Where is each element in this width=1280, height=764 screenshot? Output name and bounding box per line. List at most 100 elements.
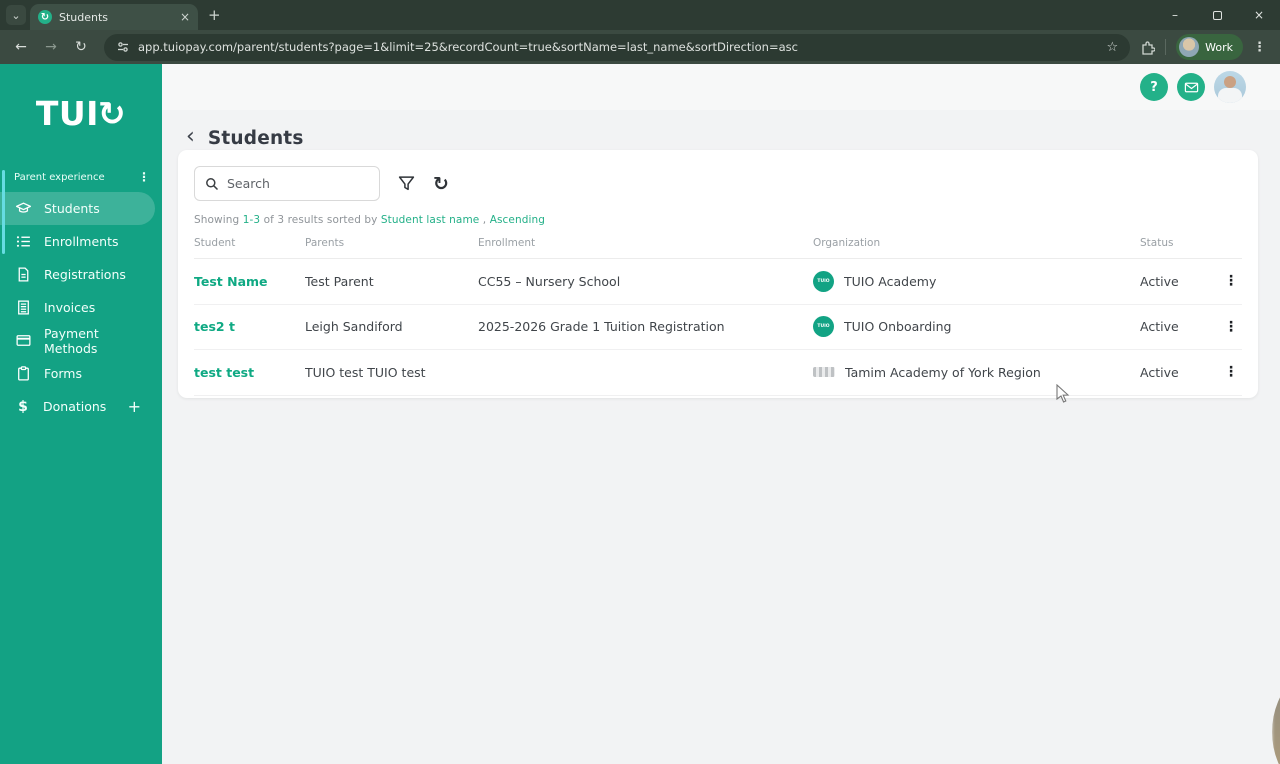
row-actions-menu-icon[interactable]: ⋮: [1224, 319, 1246, 335]
parents-cell: Test Parent: [305, 273, 374, 289]
invoice-icon: [18, 300, 29, 315]
search-row: ↻: [194, 166, 1242, 201]
tab-title: Students: [59, 10, 109, 24]
sidebar-item-forms[interactable]: Forms: [0, 357, 155, 390]
url-bar[interactable]: app.tuiopay.com/parent/students?page=1&l…: [104, 33, 1131, 61]
results-range: 1-3: [242, 214, 261, 226]
sidebar-item-donations[interactable]: $ Donations +: [0, 390, 155, 423]
sidebar-item-students[interactable]: Students: [0, 192, 155, 225]
sidebar-item-payment-methods[interactable]: Payment Methods: [0, 324, 155, 357]
app-topbar: ?: [162, 64, 1280, 110]
bookmark-star-icon[interactable]: ☆: [1106, 40, 1118, 55]
search-input[interactable]: [227, 176, 347, 191]
profile-name: Work: [1205, 40, 1233, 54]
site-info-icon[interactable]: [116, 40, 130, 54]
envelope-icon: [1184, 82, 1198, 92]
student-name-link[interactable]: tes2 t: [194, 319, 305, 334]
filter-funnel-icon: [398, 176, 415, 191]
student-name-link[interactable]: Test Name: [194, 274, 305, 289]
sort-field-link[interactable]: Student last name: [381, 214, 479, 226]
table-row: Test Name Test Parent CC55 – Nursery Sch…: [194, 259, 1242, 305]
add-donation-icon[interactable]: +: [128, 397, 141, 416]
browser-tab-strip: ⌄ ↻ Students × + – ×: [0, 0, 1280, 30]
back-chevron-icon[interactable]: ‹: [186, 126, 195, 148]
messages-button[interactable]: [1177, 73, 1205, 101]
browser-menu-icon[interactable]: ⋮: [1247, 40, 1272, 55]
tuio-org-badge-icon: TUIO: [813, 316, 834, 338]
refresh-button[interactable]: ↻: [433, 173, 449, 195]
enrollment-cell: CC55 – Nursery School: [478, 273, 621, 289]
tab-search-icon[interactable]: ⌄: [6, 5, 26, 25]
credit-card-icon: [16, 335, 31, 346]
sort-direction-link[interactable]: Ascending: [490, 214, 545, 226]
browser-tab[interactable]: ↻ Students ×: [30, 4, 198, 30]
sidebar-item-label: Donations: [43, 399, 107, 414]
status-cell: Active: [1140, 273, 1179, 289]
column-organization[interactable]: Organization: [813, 237, 1140, 249]
sidebar-scrollbar[interactable]: [2, 170, 5, 254]
student-name-link[interactable]: test test: [194, 365, 305, 380]
main-content: ? ‹ Students ↻: [162, 64, 1280, 764]
reload-button[interactable]: ↻: [68, 34, 94, 60]
list-icon: [16, 236, 30, 247]
sidebar-item-label: Students: [44, 201, 100, 216]
avatar-head: [1224, 76, 1236, 88]
browser-toolbar: ← → ↻ app.tuiopay.com/parent/students?pa…: [0, 30, 1280, 64]
document-icon: [18, 267, 29, 282]
url-text[interactable]: app.tuiopay.com/parent/students?page=1&l…: [138, 40, 1098, 54]
sidebar-item-enrollments[interactable]: Enrollments: [0, 225, 155, 258]
webcam-overlay: OIUT: [1272, 653, 1280, 764]
user-avatar[interactable]: [1214, 71, 1246, 103]
row-actions-menu-icon[interactable]: ⋮: [1224, 273, 1246, 289]
clipboard-icon: [18, 366, 29, 381]
help-button[interactable]: ?: [1140, 73, 1168, 101]
table-row: tes2 t Leigh Sandiford 2025-2026 Grade 1…: [194, 305, 1242, 350]
profile-avatar: [1179, 37, 1200, 57]
app-window: TUI↻ Parent experience ⋮ Students Enroll…: [0, 64, 1280, 764]
column-status[interactable]: Status: [1140, 237, 1224, 249]
forward-button[interactable]: →: [38, 34, 64, 60]
tuio-logo: TUI↻: [35, 94, 127, 133]
maximize-icon: [1212, 10, 1222, 20]
toolbar-divider: [1165, 39, 1167, 55]
filter-button[interactable]: [398, 175, 415, 192]
column-enrollment[interactable]: Enrollment: [478, 237, 813, 249]
enrollment-cell: 2025-2026 Grade 1 Tuition Registration: [478, 319, 725, 335]
column-student[interactable]: Student: [194, 237, 305, 249]
organization-cell: TUIO TUIO Onboarding: [813, 316, 1140, 338]
organization-cell: Tamim Academy of York Region: [813, 365, 1140, 380]
students-card: ↻ Showing 1-3 of 3 results sorted by Stu…: [178, 150, 1258, 398]
page-header: ‹ Students: [186, 126, 1280, 150]
maximize-button[interactable]: [1196, 0, 1238, 30]
column-parents[interactable]: Parents: [305, 237, 478, 249]
dollar-icon: $: [18, 398, 28, 415]
results-summary: Showing 1-3 of 3 results sorted by Stude…: [194, 214, 546, 226]
logo-arrows-icon: ↻: [97, 94, 127, 133]
sidebar-item-label: Payment Methods: [44, 325, 99, 356]
sidebar-item-label: Registrations: [44, 267, 126, 282]
search-box[interactable]: [194, 166, 380, 201]
sidebar-item-label: Invoices: [44, 300, 96, 315]
close-window-button[interactable]: ×: [1238, 0, 1280, 30]
table-row: test test TUIO test TUIO test Tamim Acad…: [194, 350, 1242, 396]
sidebar-section-menu-icon[interactable]: ⋮: [138, 170, 150, 184]
page-title: Students: [207, 128, 304, 149]
browser-profile-chip[interactable]: Work: [1176, 34, 1243, 60]
row-actions-menu-icon[interactable]: ⋮: [1224, 364, 1246, 380]
extensions-icon[interactable]: [1140, 40, 1156, 55]
back-button[interactable]: ←: [8, 34, 34, 60]
tamim-org-logo-icon: [813, 367, 835, 378]
sidebar-section-header: Parent experience ⋮: [0, 170, 162, 184]
tuio-org-badge-icon: TUIO: [813, 270, 834, 292]
window-controls: – ×: [1154, 0, 1280, 30]
tab-close-icon[interactable]: ×: [180, 10, 190, 24]
table-header-row: Student Parents Enrollment Organization …: [194, 237, 1242, 259]
search-icon: [206, 177, 219, 190]
sidebar-item-invoices[interactable]: Invoices: [0, 291, 155, 324]
minimize-button[interactable]: –: [1154, 0, 1196, 30]
tuio-favicon-icon: ↻: [38, 10, 52, 24]
new-tab-button[interactable]: +: [208, 6, 221, 24]
sidebar-item-label: Forms: [44, 366, 83, 381]
webcam-background: [1272, 653, 1280, 764]
sidebar-item-registrations[interactable]: Registrations: [0, 258, 155, 291]
